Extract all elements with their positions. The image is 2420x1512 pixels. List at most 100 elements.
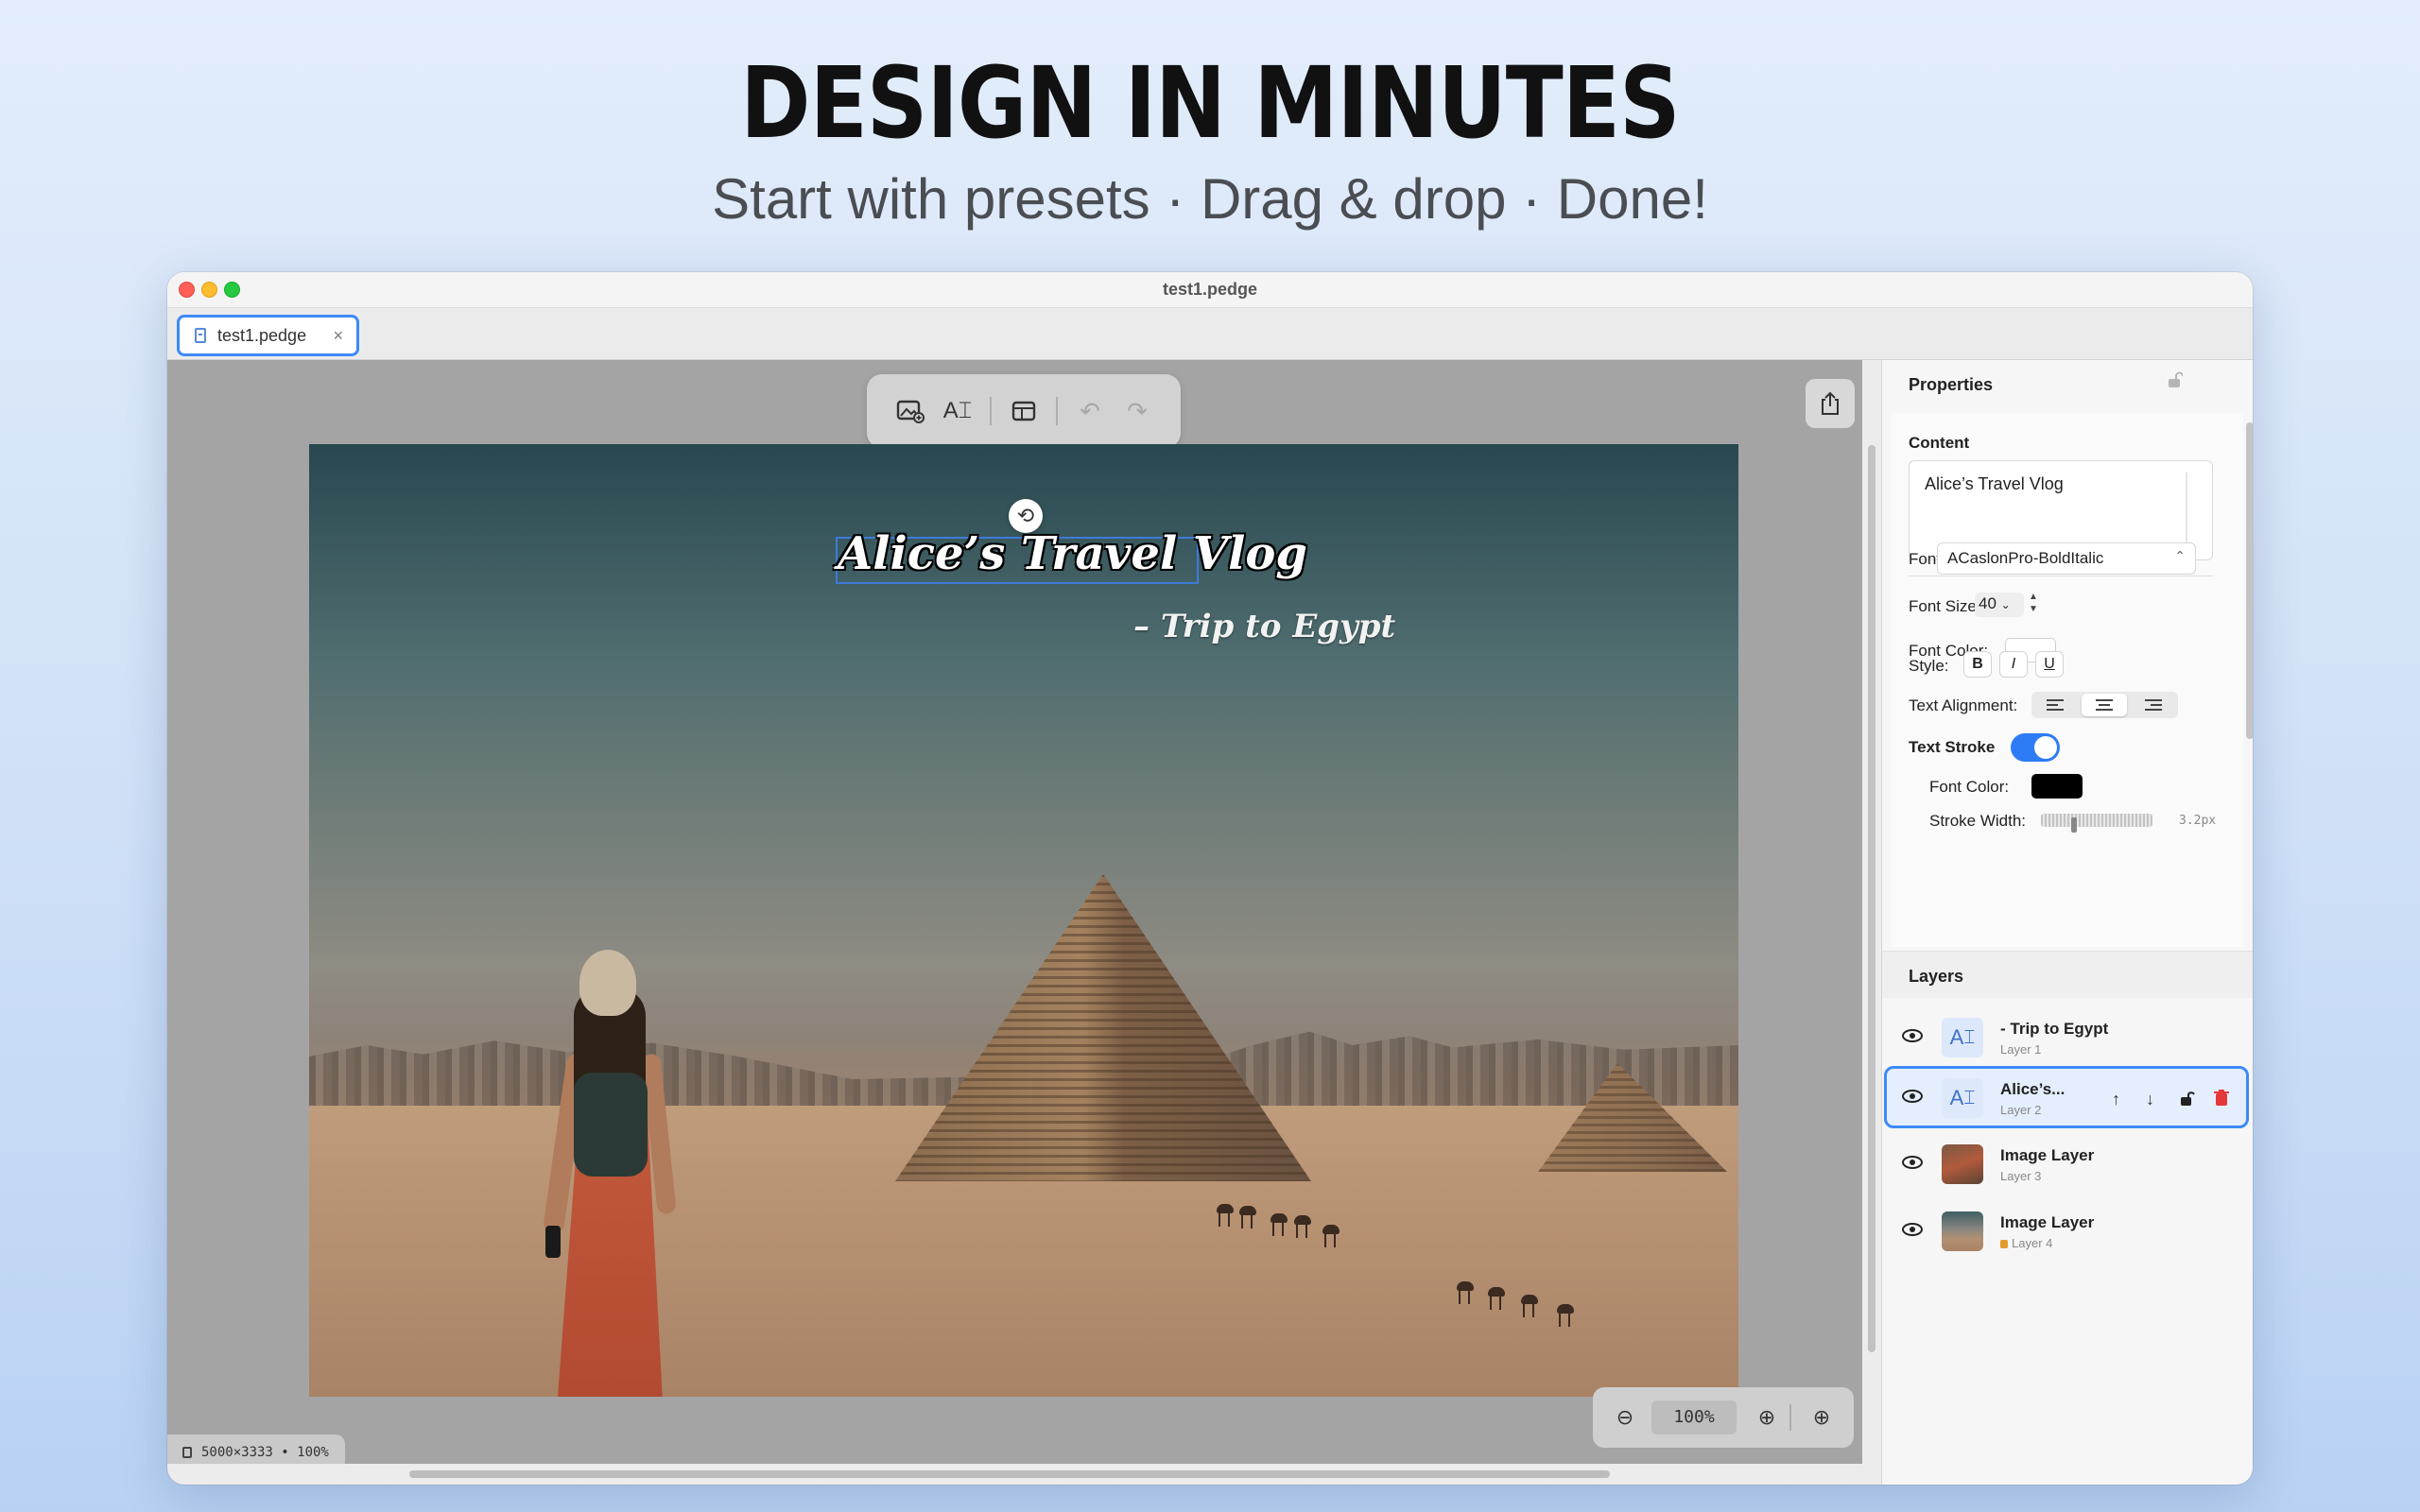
text-alignment-label: Text Alignment: xyxy=(1909,696,2018,714)
text-layer-thumbnail: A ⌶ xyxy=(1942,1018,1983,1057)
traveler-backpack xyxy=(574,1073,648,1177)
align-center-button[interactable] xyxy=(2082,694,2127,716)
canvas-vertical-scrollbar[interactable] xyxy=(1862,360,1881,1485)
template-button[interactable] xyxy=(1007,395,1041,427)
italic-button[interactable]: I xyxy=(1999,651,2028,678)
unlock-icon[interactable] xyxy=(2180,1090,2195,1111)
camel-image xyxy=(1555,1298,1578,1327)
stroke-width-slider[interactable] xyxy=(2041,814,2152,827)
scrollbar-thumb[interactable] xyxy=(1868,445,1876,1352)
add-text-button[interactable]: A⌶ xyxy=(941,395,975,427)
zoom-in-icon: ⊕ xyxy=(1757,1405,1776,1429)
document-icon xyxy=(195,328,206,343)
layer-subtitle: Layer 3 xyxy=(2000,1169,2042,1183)
stroke-color-swatch[interactable] xyxy=(2031,774,2083,799)
stroke-width-label: Stroke Width: xyxy=(1929,812,2027,830)
zoom-controls: ⊖ 100% ⊕ ⊕ xyxy=(1593,1387,1854,1448)
camel-image xyxy=(1292,1210,1315,1238)
font-select[interactable]: ACaslonPro-BoldItalic ⌃ xyxy=(1937,542,2196,575)
image-layer-thumbnail xyxy=(1942,1144,1983,1184)
title-bar: test1.pedge xyxy=(167,272,2253,307)
toolbar-divider xyxy=(990,397,992,425)
slider-knob[interactable] xyxy=(2071,817,2077,833)
redo-icon: ↷ xyxy=(1127,396,1148,425)
move-up-icon[interactable]: ↑ xyxy=(2112,1090,2120,1109)
floating-toolbar: A⌶ ↶ ↷ xyxy=(867,374,1181,448)
traveler-image[interactable] xyxy=(536,950,687,1397)
layer-subtitle: Layer 1 xyxy=(2000,1042,2042,1057)
lock-icon[interactable] xyxy=(2168,371,2184,393)
delete-icon[interactable] xyxy=(2214,1090,2229,1111)
chevron-down-icon: ⌄ xyxy=(2000,598,2011,611)
text-cursor-icon: A⌶ xyxy=(942,398,973,423)
stroke-color-label: Font Color: xyxy=(1929,778,2010,796)
app-window: test1.pedge test1.pedge × A⌶ ↶ ↷ ⟲ Alice… xyxy=(167,272,2253,1485)
layers-header: Layers xyxy=(1882,951,2253,998)
layer-name: - Trip to Egypt xyxy=(2000,1020,2109,1038)
layer-row[interactable]: A ⌶ - Trip to Egypt Layer 1 xyxy=(1885,1006,2250,1069)
text-layer-thumbnail: A ⌶ xyxy=(1942,1078,1983,1118)
align-left-button[interactable] xyxy=(2033,694,2079,716)
lock-icon xyxy=(2000,1240,2008,1248)
canvas-area[interactable]: A⌶ ↶ ↷ ⟲ Alice’s Travel Vlog – Trip to E… xyxy=(167,360,1862,1485)
updown-chevron-icon: ⌃ xyxy=(2174,548,2186,563)
layer-subtitle-text: Layer 4 xyxy=(2012,1236,2053,1250)
font-size-select[interactable]: 40 ⌄ xyxy=(1975,593,2024,617)
artboard[interactable]: ⟲ Alice’s Travel Vlog – Trip to Egypt xyxy=(309,444,1738,1397)
tab-bar: test1.pedge × xyxy=(167,307,2253,360)
traveler-head xyxy=(579,950,636,1016)
eye-icon[interactable] xyxy=(1902,1223,1923,1236)
document-icon xyxy=(182,1447,192,1458)
content-label: Content xyxy=(1909,434,1970,452)
align-right-button[interactable] xyxy=(2130,694,2175,716)
layer-row-selected[interactable]: A ⌶ Alice’s... Layer 2 ↑ ↓ xyxy=(1884,1066,2249,1128)
font-size-value: 40 xyxy=(1979,594,1996,612)
redo-button[interactable]: ↷ xyxy=(1120,395,1154,427)
layer-name: Image Layer xyxy=(2000,1213,2095,1231)
move-down-icon[interactable]: ↓ xyxy=(2146,1090,2154,1109)
style-label: Style: xyxy=(1909,657,1949,675)
image-plus-icon xyxy=(896,400,925,423)
scrollbar-thumb[interactable] xyxy=(409,1470,1610,1478)
textarea-scrollbar xyxy=(2186,472,2187,548)
layer-subtitle: Layer 2 xyxy=(2000,1103,2042,1117)
layer-row[interactable]: Image Layer Layer 3 xyxy=(1885,1133,2250,1195)
add-image-button[interactable] xyxy=(893,395,927,427)
share-icon xyxy=(1822,391,1839,415)
undo-button[interactable]: ↶ xyxy=(1073,395,1107,427)
camel-image xyxy=(1486,1281,1509,1310)
eye-icon[interactable] xyxy=(1902,1156,1923,1169)
zoom-in-button[interactable]: ⊕ xyxy=(1752,1402,1782,1433)
scrollbar-thumb[interactable] xyxy=(2246,422,2253,739)
rotate-icon: ⟲ xyxy=(1016,504,1035,527)
artboard-title-text[interactable]: Alice’s Travel Vlog xyxy=(838,527,1738,580)
zoom-out-button[interactable]: ⊖ xyxy=(1610,1402,1640,1433)
font-value: ACaslonPro-BoldItalic xyxy=(1947,549,2104,567)
image-layer-thumbnail xyxy=(1942,1211,1983,1251)
font-size-stepper[interactable]: ▲ ▼ xyxy=(2027,591,2040,619)
underline-button[interactable]: U xyxy=(2035,651,2064,678)
layer-name: Alice’s... xyxy=(2000,1080,2066,1098)
tab-document[interactable]: test1.pedge × xyxy=(177,315,359,356)
canvas-horizontal-scrollbar[interactable] xyxy=(167,1464,1862,1485)
hero-subtitle: Start with presets · Drag & drop · Done! xyxy=(712,167,1708,231)
camel-image xyxy=(1269,1208,1291,1236)
eye-icon[interactable] xyxy=(1902,1029,1923,1042)
text-alignment-control xyxy=(2031,692,2178,718)
properties-scrollbar[interactable] xyxy=(2246,413,2253,947)
undo-icon: ↶ xyxy=(1080,396,1100,425)
tab-close-button[interactable]: × xyxy=(333,326,343,346)
eye-icon[interactable] xyxy=(1902,1090,1923,1103)
layer-row[interactable]: Image Layer Layer 4 xyxy=(1885,1200,2250,1263)
zoom-out-icon: ⊖ xyxy=(1616,1405,1634,1429)
zoom-value[interactable]: 100% xyxy=(1651,1400,1737,1435)
artboard-subtitle-text[interactable]: – Trip to Egypt xyxy=(1133,608,1395,645)
text-stroke-toggle[interactable] xyxy=(2011,733,2060,762)
share-button[interactable] xyxy=(1806,379,1855,428)
properties-form: Content Alice’s Travel Vlog Font: ACaslo… xyxy=(1892,413,2243,947)
pyramid-image xyxy=(895,874,1311,1181)
zoom-fit-button[interactable]: ⊕ xyxy=(1806,1402,1837,1433)
zoom-divider xyxy=(1789,1404,1791,1431)
traveler-phone xyxy=(545,1226,561,1258)
bold-button[interactable]: B xyxy=(1963,651,1992,678)
